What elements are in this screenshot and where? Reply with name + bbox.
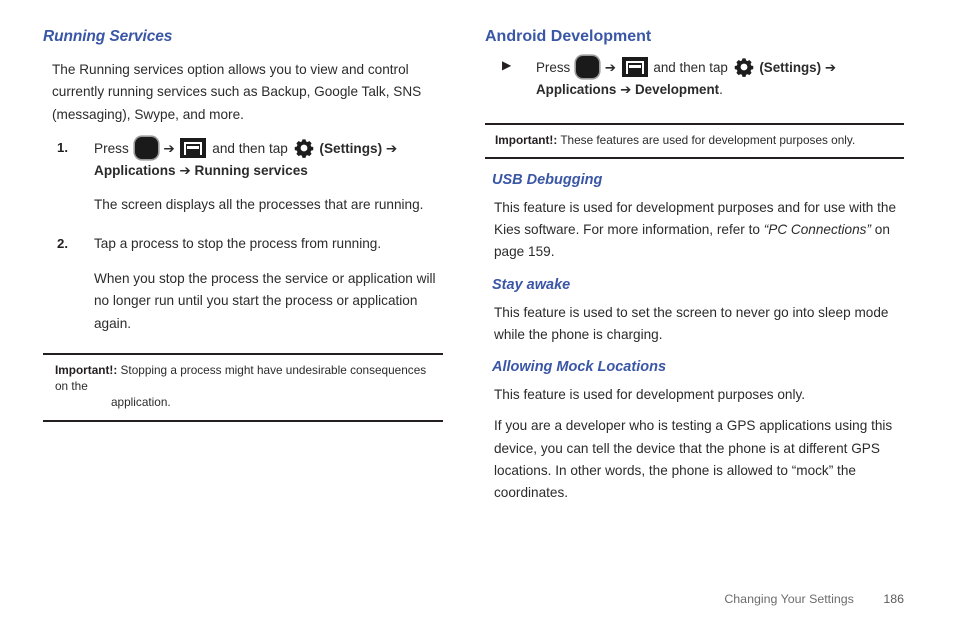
running-services-steps: 1. Press ➔ and then tap (Settings) ➔ App…	[43, 136, 443, 335]
important-note-right-label: Important!:	[495, 132, 558, 147]
android-dev-menu-path-text: Applications ➔ Development	[536, 81, 720, 97]
important-note-right-body: These features are used for development …	[560, 132, 856, 147]
important-note-right-text: Important!: These features are used for …	[487, 132, 902, 148]
step-1-settings-label: (Settings)	[319, 140, 383, 156]
android-dev-menu-path: Applications ➔ Development.	[536, 79, 904, 101]
step-1-menu-path: Applications ➔ Running services	[94, 163, 308, 179]
important-note-left-label: Important!:	[55, 362, 118, 377]
mock-locations-paragraph-2: If you are a developer who is testing a …	[494, 418, 893, 501]
step-2-explanation: When you stop the process the service or…	[94, 271, 436, 331]
arrow-icon-2: ➔	[824, 59, 837, 75]
step-2-instruction: Tap a process to stop the process from r…	[94, 235, 382, 251]
android-dev-lead: Press	[536, 59, 571, 75]
android-dev-settings-label: (Settings)	[759, 59, 822, 75]
subsection-heading-allowing-mock-locations: Allowing Mock Locations	[492, 359, 667, 376]
step-2: 2. Tap a process to stop the process fro…	[43, 233, 443, 335]
subsection-heading-stay-awake: Stay awake	[492, 276, 571, 293]
android-dev-mid: and then tap	[653, 59, 728, 75]
right-column: Android Development ▶ Press ➔ and then t…	[477, 0, 954, 636]
home-icon	[134, 136, 158, 159]
manual-page: Running Services The Running services op…	[0, 0, 954, 636]
step-1-result: The screen displays all the processes th…	[94, 197, 424, 213]
android-development-steps: ▶ Press ➔ and then tap (Settings) ➔ Appl…	[485, 55, 904, 101]
home-icon	[575, 55, 599, 78]
footer-page-number: 186	[883, 592, 904, 606]
arrow-icon: ➔	[604, 59, 616, 75]
running-services-intro: The Running services option allows you t…	[52, 62, 422, 122]
step-2-marker: 2.	[57, 235, 68, 251]
step-1-marker: 1.	[57, 139, 68, 155]
settings-gear-icon	[294, 138, 314, 158]
settings-gear-icon	[734, 57, 754, 77]
footer-chapter-title: Changing Your Settings	[724, 592, 854, 606]
menu-icon	[180, 137, 207, 158]
step-1: 1. Press ➔ and then tap (Settings) ➔ App…	[43, 136, 443, 217]
bullet-triangle-icon: ▶	[502, 57, 512, 72]
arrow-icon: ➔	[163, 140, 175, 156]
arrow-icon-2: ➔	[385, 140, 398, 156]
important-note-right: Important!: These features are used for …	[485, 122, 904, 159]
subsection-heading-usb-debugging: USB Debugging	[492, 171, 603, 188]
important-note-left-text: Important!: Stopping a process might hav…	[45, 362, 441, 411]
page-footer: Changing Your Settings 186	[724, 592, 904, 606]
step-1-mid: and then tap	[212, 140, 288, 156]
section-heading-running-services: Running Services	[43, 28, 173, 45]
menu-icon	[621, 56, 648, 77]
stay-awake-paragraph: This feature is used to set the screen t…	[494, 304, 889, 342]
important-note-left: Important!: Stopping a process might hav…	[43, 352, 443, 422]
mock-locations-paragraph-1: This feature is used for development pur…	[494, 387, 806, 403]
section-heading-android-development: Android Development	[485, 28, 652, 45]
usb-debugging-paragraph: This feature is used for development pur…	[485, 197, 904, 264]
android-dev-step: ▶ Press ➔ and then tap (Settings) ➔ Appl…	[485, 55, 904, 101]
step-1-lead: Press	[94, 140, 129, 156]
step-1-instruction: Press ➔ and then tap (Settings) ➔	[94, 136, 443, 160]
important-note-left-line2: application.	[111, 395, 171, 410]
android-dev-instruction: Press ➔ and then tap (Settings) ➔	[536, 55, 904, 79]
usb-debugging-reference-title: “PC Connections”	[763, 222, 872, 238]
android-dev-menu-path-period: .	[719, 81, 723, 97]
left-column: Running Services The Running services op…	[0, 0, 477, 636]
